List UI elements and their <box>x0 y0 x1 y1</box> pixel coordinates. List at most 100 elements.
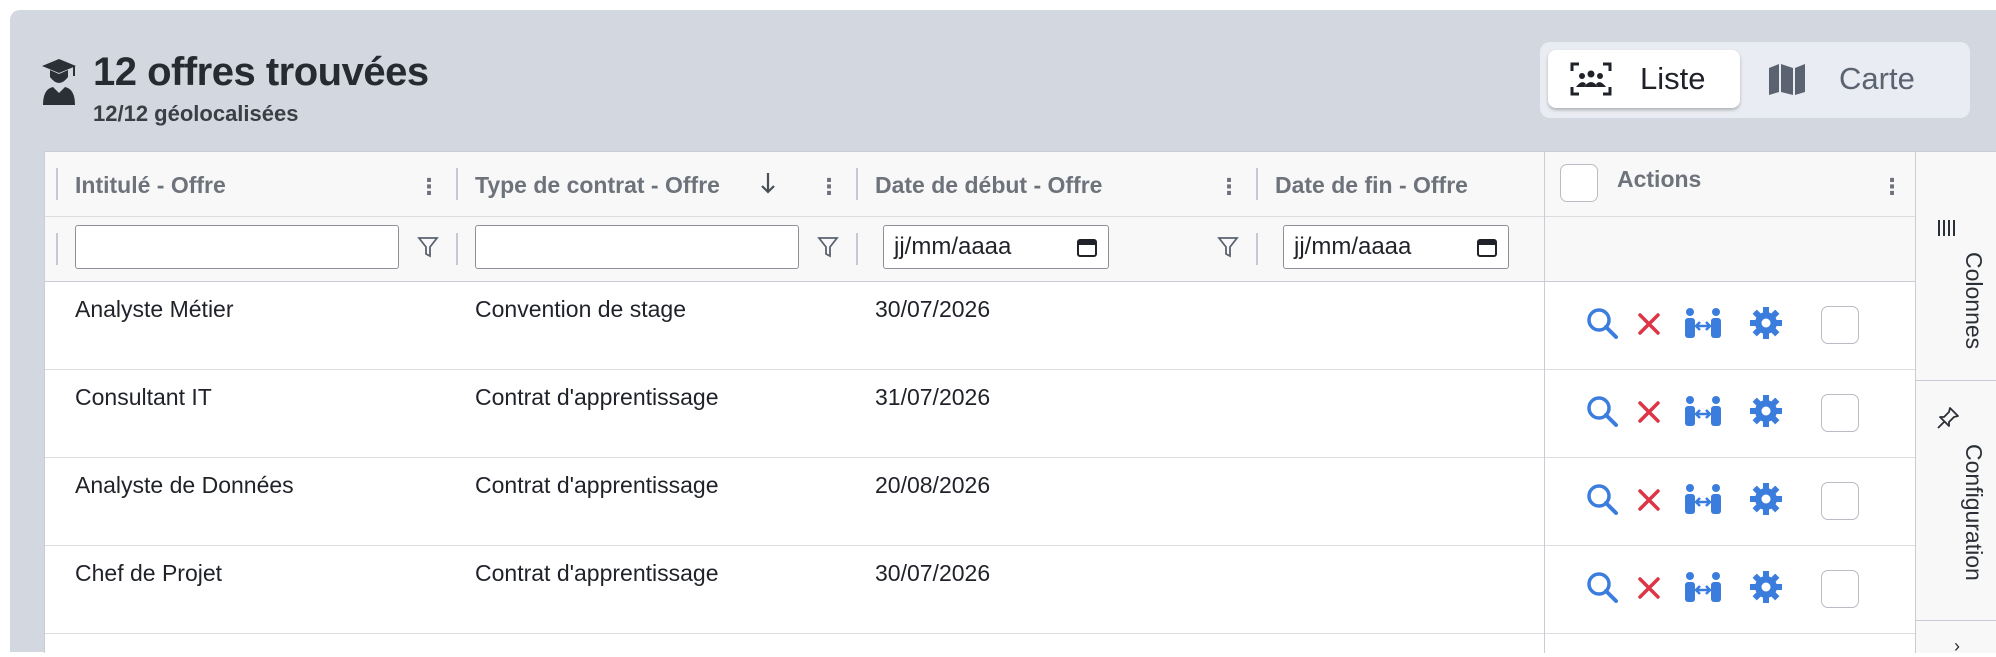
filter-cell-type-contrat <box>445 217 845 281</box>
settings-icon[interactable] <box>1749 482 1783 516</box>
date-fin-filter-input[interactable]: jj/mm/aaaa <box>1283 225 1509 269</box>
grid-header-row: Intitulé - Offre ⋮ Type de contrat - Off… <box>45 152 1545 217</box>
column-separator <box>56 168 58 200</box>
row-select-checkbox[interactable] <box>1821 482 1859 520</box>
columns-tab[interactable]: Colonnes <box>1916 182 1996 381</box>
map-view-button[interactable]: Carte <box>1755 50 1960 108</box>
row-actions <box>1545 370 1915 458</box>
list-view-button[interactable]: Liste <box>1548 50 1740 108</box>
filter-cell-date-debut: jj/mm/aaaa <box>845 217 1245 281</box>
actions-header: Actions ⋮ <box>1545 152 1915 217</box>
column-header-type-contrat[interactable]: Type de contrat - Offre ⋮ <box>445 152 845 216</box>
geolocated-count: 12/12 géolocalisées <box>93 101 299 126</box>
grid-filter-row: jj/mm/aaaa jj/mm/aaaa <box>45 217 1545 282</box>
cell-intitule: Consultant IT <box>75 384 212 410</box>
date-debut-filter-input[interactable]: jj/mm/aaaa <box>883 225 1109 269</box>
column-label: Type de contrat - Offre <box>475 172 720 198</box>
actions-header-label: Actions <box>1617 166 1702 192</box>
column-header-date-fin[interactable]: Date de fin - Offre <box>1245 152 1545 216</box>
cell-type-contrat: Contrat d'apprentissage <box>475 384 719 410</box>
cell-intitule: Analyste Métier <box>75 296 234 322</box>
map-icon <box>1769 64 1805 95</box>
settings-icon[interactable] <box>1749 394 1783 428</box>
column-menu-icon[interactable]: ⋮ <box>818 174 840 200</box>
sort-descending-icon[interactable] <box>760 170 776 196</box>
more-tabs-icon[interactable]: › <box>1954 636 1960 657</box>
filter-icon[interactable] <box>817 235 839 259</box>
column-separator <box>856 168 858 200</box>
row-actions <box>1545 546 1915 634</box>
people-list-icon <box>1570 62 1612 96</box>
map-view-label: Carte <box>1839 61 1915 96</box>
configuration-tab[interactable]: Configuration <box>1916 380 1996 621</box>
table-row[interactable]: Analyste Métier Convention de stage 30/0… <box>45 282 1545 370</box>
search-icon[interactable] <box>1585 394 1619 428</box>
delete-icon[interactable] <box>1637 488 1661 512</box>
match-icon[interactable] <box>1683 394 1723 428</box>
delete-icon[interactable] <box>1637 400 1661 424</box>
cell-intitule: Chef de Projet <box>75 560 223 586</box>
column-separator <box>1256 233 1258 265</box>
cell-type-contrat: Contrat d'apprentissage <box>475 560 719 586</box>
table-row[interactable]: Consultant IT Contrat d'apprentissage 31… <box>45 370 1545 458</box>
row-select-checkbox[interactable] <box>1821 394 1859 432</box>
cell-date-debut: 20/08/2026 <box>875 472 991 498</box>
search-icon[interactable] <box>1585 306 1619 340</box>
column-menu-icon[interactable]: ⋮ <box>1881 174 1903 200</box>
date-placeholder: jj/mm/aaaa <box>1294 233 1412 260</box>
search-icon[interactable] <box>1585 570 1619 604</box>
column-separator <box>456 168 458 200</box>
match-icon[interactable] <box>1683 570 1723 604</box>
column-header-date-debut[interactable]: Date de début - Offre ⋮ <box>845 152 1245 216</box>
filter-icon[interactable] <box>417 235 439 259</box>
cell-date-debut: 30/07/2026 <box>875 560 991 586</box>
page-title: 12 offres trouvées <box>93 50 429 94</box>
columns-tab-label: Colonnes <box>1961 252 1987 350</box>
column-menu-icon[interactable]: ⋮ <box>418 174 440 200</box>
delete-icon[interactable] <box>1637 576 1661 600</box>
select-all-checkbox[interactable] <box>1560 164 1598 202</box>
table-row[interactable]: Chef de Projet Contrat d'apprentissage 3… <box>45 546 1545 634</box>
filter-cell-intitule <box>45 217 445 281</box>
cell-date-debut: 31/07/2026 <box>875 384 991 410</box>
column-menu-icon[interactable]: ⋮ <box>1218 174 1240 200</box>
configuration-tab-label: Configuration <box>1961 444 1987 581</box>
calendar-icon[interactable] <box>1076 236 1098 258</box>
settings-icon[interactable] <box>1749 570 1783 604</box>
calendar-icon[interactable] <box>1476 236 1498 258</box>
column-label: Date de fin - Offre <box>1275 172 1468 198</box>
column-separator <box>56 233 58 265</box>
column-label: Intitulé - Offre <box>75 172 226 198</box>
table-row[interactable]: Analyste de Données Contrat d'apprentiss… <box>45 458 1545 546</box>
row-actions <box>1545 458 1915 546</box>
type-contrat-filter-input[interactable] <box>475 225 799 269</box>
settings-icon[interactable] <box>1749 306 1783 340</box>
row-select-checkbox[interactable] <box>1821 570 1859 608</box>
cell-type-contrat: Convention de stage <box>475 296 686 322</box>
actions-column: Actions ⋮ <box>1544 152 1915 653</box>
list-view-label: Liste <box>1640 61 1706 96</box>
match-icon[interactable] <box>1683 306 1723 340</box>
delete-icon[interactable] <box>1637 312 1661 336</box>
column-separator <box>856 233 858 265</box>
pin-icon <box>1937 407 1959 429</box>
search-icon[interactable] <box>1585 482 1619 516</box>
actions-filter-cell <box>1545 217 1915 282</box>
column-separator <box>456 233 458 265</box>
date-placeholder: jj/mm/aaaa <box>894 233 1012 260</box>
side-panel: Colonnes Configuration › <box>1915 152 1996 656</box>
column-header-intitule[interactable]: Intitulé - Offre ⋮ <box>45 152 445 216</box>
row-select-checkbox[interactable] <box>1821 306 1859 344</box>
intitule-filter-input[interactable] <box>75 225 399 269</box>
column-separator <box>1256 168 1258 200</box>
student-icon <box>42 59 76 105</box>
row-actions <box>1545 282 1915 370</box>
filter-icon[interactable] <box>1217 235 1239 259</box>
view-toggle: Liste Carte <box>1540 42 1970 118</box>
filter-cell-date-fin: jj/mm/aaaa <box>1245 217 1545 281</box>
cell-type-contrat: Contrat d'apprentissage <box>475 472 719 498</box>
column-label: Date de début - Offre <box>875 172 1103 198</box>
cell-intitule: Analyste de Données <box>75 472 294 498</box>
columns-icon <box>1938 220 1955 236</box>
match-icon[interactable] <box>1683 482 1723 516</box>
